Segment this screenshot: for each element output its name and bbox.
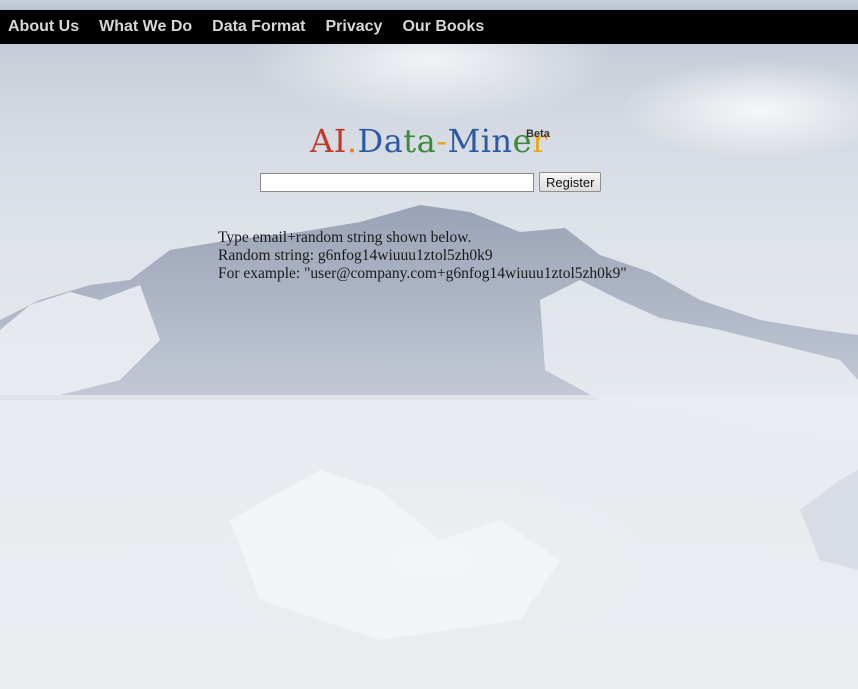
instructions: Type email+random string shown below. Ra… [218,229,627,283]
site-logo: AI.Data-Miner [0,122,858,160]
nav-our-books[interactable]: Our Books [402,18,484,36]
logo-letter: I [333,122,347,160]
logo-letter: a [383,122,404,160]
beta-badge: Beta [526,128,550,140]
logo-letter: M [447,122,481,160]
logo-letter: t [403,122,417,160]
nav-what-we-do[interactable]: What We Do [99,18,192,36]
logo-letter: - [436,122,448,160]
mountain-illustration [0,205,858,689]
logo-letter: A [310,122,334,160]
email-input[interactable] [260,172,534,192]
logo-letter: n [491,122,513,160]
logo-letter: D [357,122,384,160]
top-strip [0,0,858,10]
logo-letter: . [346,122,358,160]
nav-data-format[interactable]: Data Format [212,18,305,36]
random-string-line: Random string: g6nfog14wiuuu1ztol5zh0k9 [218,247,493,264]
nav-about-us[interactable]: About Us [8,18,79,36]
example-line: For example: "user@company.com+g6nfog14w… [218,265,627,282]
register-form: Register [260,172,602,192]
nav-privacy[interactable]: Privacy [326,18,383,36]
logo-letter: i [480,122,492,160]
register-button[interactable]: Register [539,172,602,192]
logo-letter: a [416,122,437,160]
top-navigation: About Us What We Do Data Format Privacy … [0,10,858,44]
instruction-line: Type email+random string shown below. [218,229,472,246]
